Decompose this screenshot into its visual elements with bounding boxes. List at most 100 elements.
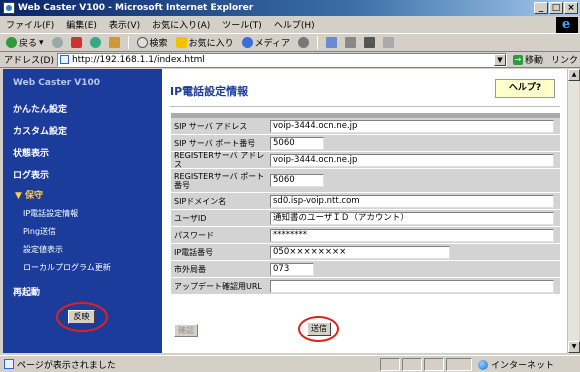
window-title: Web Caster V100 - Microsoft Internet Exp… bbox=[18, 3, 254, 13]
favorites-button[interactable]: お気に入り bbox=[175, 36, 234, 49]
toolbar-divider bbox=[127, 36, 129, 49]
forward-button[interactable] bbox=[51, 37, 63, 48]
menu-help[interactable]: ヘルプ(H) bbox=[274, 18, 315, 31]
zone-label: インターネット bbox=[491, 361, 555, 371]
status-panel bbox=[424, 358, 444, 371]
status-panel bbox=[402, 358, 422, 371]
form-row: 市外局番 073 bbox=[171, 261, 560, 278]
address-dropdown-icon[interactable]: ▼ bbox=[493, 53, 506, 66]
field-label: REGISTERサーバ アドレス bbox=[171, 151, 267, 169]
nav-item-restart[interactable]: 再起動 bbox=[13, 285, 40, 298]
main-content: IP電話設定情報 ヘルプ? SIP サーバ アドレス voip-3444.ocn… bbox=[162, 69, 567, 353]
go-label: 移動 bbox=[524, 56, 543, 66]
form-row: ユーザID 通知書のユーザＩＤ（アカウント） bbox=[171, 210, 560, 227]
help-button[interactable]: ヘルプ? bbox=[495, 79, 555, 98]
vertical-scrollbar[interactable]: ▲ ▼ bbox=[567, 69, 580, 353]
window-title-bar: Web Caster V100 - Microsoft Internet Exp… bbox=[0, 0, 580, 16]
nav-sub-local-update[interactable]: ローカルプログラム更新 bbox=[23, 262, 111, 273]
scroll-down-icon[interactable]: ▼ bbox=[568, 341, 580, 353]
favorites-label: お気に入り bbox=[188, 39, 234, 49]
field-label: SIP サーバ ポート番号 bbox=[171, 135, 267, 151]
scroll-up-icon[interactable]: ▲ bbox=[568, 69, 580, 81]
back-arrow-icon bbox=[6, 37, 17, 48]
form-row: SIP サーバ ポート番号 5060 bbox=[171, 135, 560, 152]
field-label: IP電話番号 bbox=[171, 244, 267, 260]
nav-sub-settings-view[interactable]: 設定値表示 bbox=[23, 244, 63, 255]
mail-icon[interactable] bbox=[325, 37, 337, 48]
sip-domain-input[interactable]: sd0.isp-voip.ntt.com bbox=[270, 194, 554, 208]
menu-bar: ファイル(F) 編集(E) 表示(V) お気に入り(A) ツール(T) ヘルプ(… bbox=[0, 16, 580, 34]
home-icon[interactable] bbox=[108, 37, 120, 48]
user-id-input[interactable]: 通知書のユーザＩＤ（アカウント） bbox=[270, 211, 554, 225]
close-button[interactable]: × bbox=[564, 2, 578, 14]
media-button[interactable]: メディア bbox=[241, 36, 290, 49]
refresh-icon[interactable] bbox=[89, 37, 101, 48]
stop-icon[interactable] bbox=[70, 37, 82, 48]
toolbar: 戻る ▾ 検索 お気に入り メディア bbox=[0, 34, 580, 52]
ip-phone-number-input[interactable]: 050×××××××× bbox=[270, 245, 450, 259]
address-bar: アドレス(D) http://192.168.1.1/index.html ▼ … bbox=[0, 52, 580, 68]
form-row: SIPドメイン名 sd0.isp-voip.ntt.com bbox=[171, 193, 560, 210]
print-icon[interactable] bbox=[344, 37, 356, 48]
nav-brand: Web Caster V100 bbox=[13, 78, 101, 88]
page-icon bbox=[59, 55, 69, 64]
field-label: SIP サーバ アドレス bbox=[171, 118, 267, 134]
form-row: IP電話番号 050×××××××× bbox=[171, 244, 560, 261]
back-button[interactable]: 戻る ▾ bbox=[6, 36, 44, 49]
edit-icon[interactable] bbox=[363, 37, 375, 48]
left-nav: Web Caster V100 かんたん設定 カスタム設定 状態表示 ログ表示 … bbox=[3, 69, 162, 353]
nav-item-status[interactable]: 状態表示 bbox=[13, 146, 49, 159]
menu-view[interactable]: 表示(V) bbox=[109, 18, 140, 31]
field-label: 市外局番 bbox=[171, 261, 267, 277]
nav-item-easy-setup[interactable]: かんたん設定 bbox=[13, 102, 67, 115]
field-label: パスワード bbox=[171, 227, 267, 243]
sip-server-address-input[interactable]: voip-3444.ocn.ne.jp bbox=[270, 119, 554, 133]
highlight-ring bbox=[56, 302, 108, 332]
page-title: IP電話設定情報 bbox=[170, 85, 249, 98]
address-input[interactable]: http://192.168.1.1/index.html ▼ bbox=[56, 52, 507, 67]
menu-favorites[interactable]: お気に入り(A) bbox=[152, 18, 210, 31]
nav-sub-ping[interactable]: Ping送信 bbox=[23, 226, 56, 237]
form-row: REGISTERサーバ アドレス voip-3444.ocn.ne.jp bbox=[171, 151, 560, 169]
search-icon bbox=[136, 37, 148, 48]
password-input[interactable]: ******** bbox=[270, 228, 554, 242]
discuss-icon[interactable] bbox=[382, 37, 394, 48]
back-label: 戻る bbox=[19, 39, 38, 49]
nav-section-maintenance[interactable]: ▼ 保守 bbox=[15, 188, 43, 201]
register-server-address-input[interactable]: voip-3444.ocn.ne.jp bbox=[270, 153, 554, 167]
security-zone: インターネット bbox=[478, 358, 554, 371]
area-code-input[interactable]: 073 bbox=[270, 262, 314, 276]
page-done-icon bbox=[4, 359, 14, 369]
sip-server-port-input[interactable]: 5060 bbox=[270, 136, 324, 150]
status-panel bbox=[380, 358, 400, 371]
favorites-icon bbox=[175, 37, 187, 48]
register-server-port-input[interactable]: 5060 bbox=[270, 174, 324, 187]
media-label: メディア bbox=[254, 39, 290, 49]
menu-tools[interactable]: ツール(T) bbox=[222, 18, 262, 31]
update-url-input[interactable] bbox=[270, 279, 554, 293]
history-icon[interactable] bbox=[297, 37, 309, 48]
nav-item-custom-setup[interactable]: カスタム設定 bbox=[13, 124, 67, 137]
address-label: アドレス(D) bbox=[4, 56, 54, 66]
minimize-button[interactable]: _ bbox=[534, 2, 548, 14]
status-text: ページが表示されました bbox=[17, 360, 116, 371]
maximize-button[interactable]: □ bbox=[549, 2, 563, 14]
form-row: アップデート確認用URL bbox=[171, 278, 560, 295]
status-bar: ページが表示されました インターネット bbox=[0, 355, 580, 372]
nav-sub-ip-phone-info[interactable]: IP電話設定情報 bbox=[23, 208, 78, 219]
menu-file[interactable]: ファイル(F) bbox=[6, 18, 54, 31]
forward-arrow-icon bbox=[51, 37, 63, 48]
menu-edit[interactable]: 編集(E) bbox=[66, 18, 97, 31]
ie-page-icon bbox=[3, 2, 15, 14]
field-label: アップデート確認用URL bbox=[171, 278, 267, 294]
go-button[interactable]: → 移動 bbox=[512, 53, 543, 66]
confirm-button[interactable]: 確認 bbox=[174, 324, 198, 337]
nav-item-log[interactable]: ログ表示 bbox=[13, 168, 49, 181]
dropdown-arrow-icon: ▾ bbox=[39, 37, 44, 48]
search-label: 検索 bbox=[149, 39, 168, 49]
links-button[interactable]: リンク bbox=[551, 53, 578, 66]
field-label: ユーザID bbox=[171, 210, 267, 226]
toolbar-divider bbox=[316, 36, 318, 49]
go-arrow-icon: → bbox=[512, 54, 523, 65]
search-button[interactable]: 検索 bbox=[136, 36, 168, 49]
